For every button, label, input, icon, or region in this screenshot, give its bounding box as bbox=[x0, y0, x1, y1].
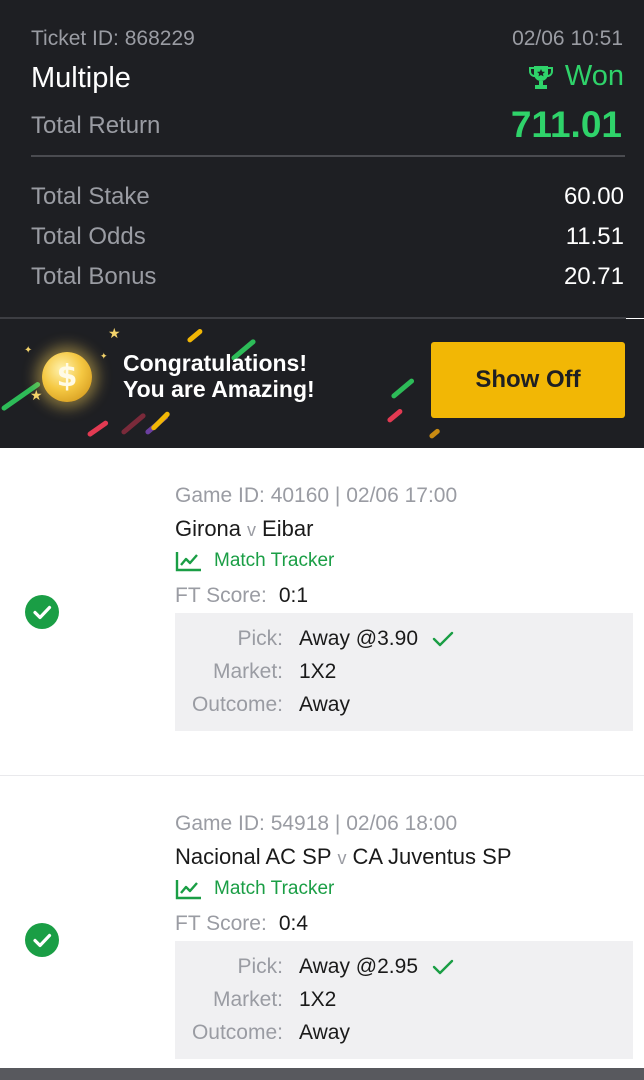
line-chart-icon bbox=[175, 552, 201, 572]
confetti-streak bbox=[120, 412, 147, 436]
versus-label: v bbox=[337, 848, 347, 868]
ft-score-row: FT Score: 0:1 bbox=[175, 584, 308, 608]
ticket-date: 02/06 10:51 bbox=[512, 27, 623, 50]
star-icon: ★ bbox=[30, 388, 43, 404]
congrats-banner: ★ ✦ ★ ✦ $ Congratulations! You are Amazi… bbox=[0, 319, 644, 448]
ft-score-value: 0:1 bbox=[278, 584, 309, 607]
ft-score-label: FT Score: bbox=[175, 912, 267, 935]
confetti-streak bbox=[86, 419, 110, 438]
total-stake-value: 60.00 bbox=[563, 183, 624, 210]
home-team: Nacional AC SP bbox=[175, 844, 332, 869]
ticket-header: Ticket ID: 868229 02/06 10:51 Multiple W… bbox=[0, 0, 644, 319]
trophy-icon bbox=[528, 65, 553, 89]
total-return-label: Total Return bbox=[31, 112, 161, 139]
match-tracker-link[interactable]: Match Tracker bbox=[175, 878, 334, 900]
header-divider bbox=[31, 155, 625, 157]
pick-details: Pick: Away @2.95 Market: 1X2 Outcome: Aw… bbox=[175, 941, 633, 1059]
star-icon: ✦ bbox=[100, 352, 108, 362]
ft-score-label: FT Score: bbox=[175, 584, 267, 607]
pick-details: Pick: Away @3.90 Market: 1X2 Outcome: Aw… bbox=[175, 613, 633, 731]
confetti-streak bbox=[428, 427, 441, 440]
outcome-value: Away bbox=[299, 1021, 350, 1044]
ticket-status: Won bbox=[527, 60, 624, 93]
confetti-streak bbox=[150, 410, 171, 432]
outcome-label: Outcome: bbox=[191, 1021, 283, 1044]
pick-value-row: Away @3.90 bbox=[299, 627, 454, 651]
pick-label: Pick: bbox=[237, 955, 283, 978]
match-tracker-label: Match Tracker bbox=[214, 550, 335, 571]
congrats-line-1: Congratulations! bbox=[123, 350, 307, 376]
match-tracker-label: Match Tracker bbox=[214, 878, 335, 899]
away-team: CA Juventus SP bbox=[352, 844, 512, 869]
check-circle-icon bbox=[25, 923, 59, 957]
market-value: 1X2 bbox=[299, 660, 337, 683]
outcome-value: Away bbox=[299, 693, 350, 716]
bottom-bar bbox=[0, 1068, 644, 1080]
total-bonus-value: 20.71 bbox=[563, 263, 624, 290]
home-team: Girona bbox=[175, 516, 242, 541]
total-odds-label: Total Odds bbox=[31, 223, 146, 250]
total-return-value: 711.01 bbox=[510, 104, 622, 145]
check-circle-icon bbox=[25, 595, 59, 629]
check-icon bbox=[432, 960, 454, 975]
total-stake-label: Total Stake bbox=[31, 183, 150, 210]
pick-value-row: Away @2.95 bbox=[299, 955, 454, 979]
game-meta: Game ID: 40160 | 02/06 17:00 bbox=[175, 484, 458, 507]
ft-score-value: 0:4 bbox=[278, 912, 309, 935]
confetti-streak bbox=[186, 328, 204, 344]
market-label: Market: bbox=[212, 660, 283, 683]
market-value: 1X2 bbox=[299, 988, 337, 1011]
star-icon: ✦ bbox=[24, 345, 33, 356]
show-off-button[interactable]: Show Off bbox=[431, 342, 625, 418]
congrats-message: Congratulations! You are Amazing! bbox=[123, 350, 315, 402]
congrats-line-2: You are Amazing! bbox=[123, 376, 315, 402]
total-bonus-label: Total Bonus bbox=[31, 263, 157, 290]
away-team: Eibar bbox=[262, 516, 314, 541]
selection-card: Game ID: 40160 | 02/06 17:00 Girona v Eiba… bbox=[0, 448, 644, 775]
line-chart-icon bbox=[175, 880, 201, 900]
confetti-streak bbox=[390, 377, 416, 400]
outcome-label: Outcome: bbox=[191, 693, 283, 716]
match-teams: Girona v Eibar bbox=[175, 516, 313, 542]
status-label: Won bbox=[564, 60, 624, 92]
market-label: Market: bbox=[212, 988, 283, 1011]
versus-label: v bbox=[247, 520, 257, 540]
selection-card: Game ID: 54918 | 02/06 18:00 Nacional AC… bbox=[0, 776, 644, 1066]
match-tracker-link[interactable]: Match Tracker bbox=[175, 550, 334, 572]
match-teams: Nacional AC SP v CA Juventus SP bbox=[175, 844, 512, 870]
pick-value: Away @3.90 bbox=[299, 627, 418, 650]
bet-type: Multiple bbox=[31, 62, 131, 94]
confetti-streak bbox=[386, 408, 404, 424]
ft-score-row: FT Score: 0:4 bbox=[175, 912, 308, 936]
ticket-id: Ticket ID: 868229 bbox=[31, 27, 195, 50]
pick-label: Pick: bbox=[237, 627, 283, 650]
game-meta: Game ID: 54918 | 02/06 18:00 bbox=[175, 812, 458, 835]
pick-value: Away @2.95 bbox=[299, 955, 418, 978]
coin-icon: $ bbox=[42, 352, 92, 402]
star-icon: ★ bbox=[108, 326, 121, 342]
check-icon bbox=[432, 632, 454, 647]
total-odds-value: 11.51 bbox=[565, 223, 624, 250]
